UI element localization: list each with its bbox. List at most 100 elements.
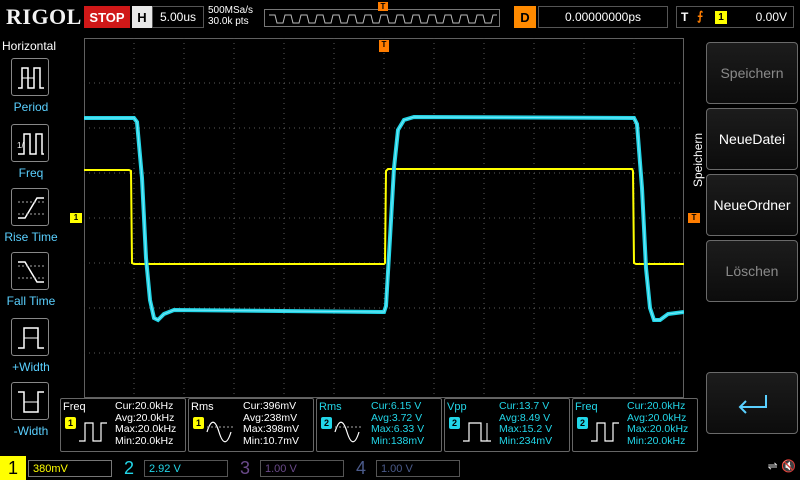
- measurement-max: Max:20.0kHz: [115, 423, 177, 435]
- measure-frequency-button[interactable]: 1/ Freq: [0, 124, 62, 186]
- measurement-results-bar: Freq 1 Cur:20.0kHz Avg:20.0kHz Max:20.0k…: [60, 398, 700, 452]
- measurement-item[interactable]: Freq 1 Cur:20.0kHz Avg:20.0kHz Max:20.0k…: [60, 398, 186, 452]
- channel-2-status[interactable]: 2 2.92 V: [116, 456, 232, 480]
- measurement-max: Max:6.33 V: [371, 423, 425, 435]
- measurement-current: Cur:6.15 V: [371, 400, 422, 412]
- measurement-channel-badge: 2: [321, 417, 332, 429]
- measurement-name: Rms: [319, 401, 342, 413]
- measurement-channel-badge: 2: [577, 417, 588, 429]
- measurement-min: Min:234mV: [499, 434, 553, 447]
- save-softkey[interactable]: Speichern: [706, 42, 798, 104]
- waveform-display[interactable]: [84, 38, 684, 398]
- menu-title: Horizontal: [2, 39, 57, 53]
- frequency-label: Freq: [18, 166, 44, 180]
- channel-3-scale: 1.00 V: [260, 460, 344, 477]
- delete-softkey[interactable]: Löschen: [706, 240, 798, 302]
- channel-4-status[interactable]: 4 1.00 V: [348, 456, 464, 480]
- channel-4-scale: 1.00 V: [376, 460, 460, 477]
- horizontal-label: H: [132, 6, 152, 28]
- measurement-name: Rms: [191, 401, 214, 413]
- trigger-time-marker[interactable]: T: [379, 40, 389, 52]
- measurement-stats: Cur:6.15 V Avg:3.72 V Max:6.33 V Min:138…: [371, 400, 425, 447]
- horizontal-measure-menu: Horizontal Period 1/ Freq Rise Time Fall…: [0, 36, 62, 454]
- frequency-icon: [591, 422, 619, 442]
- measurement-current: Cur:396mV: [243, 400, 297, 412]
- measurement-item[interactable]: Vpp 2 Cur:13.7 V Avg:8.49 V Max:15.2 V M…: [444, 398, 570, 452]
- sample-rate: 500MSa/s: [208, 5, 254, 16]
- memory-overview-waveform: [269, 14, 497, 24]
- channel-4-number: 4: [355, 457, 366, 478]
- positive-width-label: +Width: [12, 360, 50, 374]
- fall-time-label: Fall Time: [6, 294, 56, 308]
- channel-2-number: 2: [123, 457, 134, 478]
- new-folder-softkey[interactable]: NeueOrdner: [706, 174, 798, 236]
- channel-1-offset-marker[interactable]: 1: [70, 213, 82, 223]
- measurement-name: Freq: [575, 401, 598, 413]
- measurement-name: Freq: [63, 401, 86, 413]
- measurement-channel-badge: 1: [193, 417, 204, 429]
- channel-3-status[interactable]: 3 1.00 V: [232, 456, 348, 480]
- measure-period-button[interactable]: Period: [0, 58, 62, 120]
- positive-width-icon: [11, 318, 49, 356]
- measurement-item[interactable]: Rms 2 Cur:6.15 V Avg:3.72 V Max:6.33 V M…: [316, 398, 442, 452]
- frequency-icon: 1/: [11, 124, 49, 162]
- save-softkey-menu: Speichern Speichern NeueDatei NeueOrdner…: [691, 40, 800, 440]
- fall-time-icon: [11, 252, 49, 290]
- negative-width-label: -Width: [13, 424, 49, 438]
- peak-to-peak-icon: [463, 422, 491, 442]
- timebase-value[interactable]: 5.00us: [152, 6, 204, 28]
- measurement-item[interactable]: Freq 2 Cur:20.0kHz Avg:20.0kHz Max:20.0k…: [572, 398, 698, 452]
- trigger-level-marker[interactable]: T: [688, 213, 700, 223]
- measurement-current: Cur:20.0kHz: [115, 400, 174, 412]
- measurement-stats: Cur:20.0kHz Avg:20.0kHz Max:20.0kHz Min:…: [115, 400, 177, 447]
- delay-label: D: [514, 6, 536, 28]
- channel-1-scale: 380mV: [28, 460, 112, 477]
- measurement-current: Cur:13.7 V: [499, 400, 550, 412]
- trigger-source-badge: 1: [715, 11, 727, 24]
- measurement-item[interactable]: Rms 1 Cur:396mV Avg:238mV Max:398mV Min:…: [188, 398, 314, 452]
- new-file-softkey[interactable]: NeueDatei: [706, 108, 798, 170]
- rising-edge-trigger-icon: ⨍: [697, 9, 704, 23]
- negative-width-icon: [11, 382, 49, 420]
- frequency-icon: [79, 422, 107, 442]
- channel-1-status[interactable]: 1 380mV: [0, 456, 116, 480]
- measurement-name: Vpp: [447, 401, 467, 413]
- measure-fall-time-button[interactable]: Fall Time: [0, 252, 62, 314]
- speaker-muted-icon[interactable]: 🔇: [781, 459, 796, 473]
- measurement-stats: Cur:20.0kHz Avg:20.0kHz Max:20.0kHz Min:…: [627, 400, 689, 447]
- channel-1-number: 1: [0, 456, 26, 480]
- softkey-menu-title: Speichern: [688, 80, 705, 200]
- status-icons: ⇌ 🔇: [768, 459, 796, 473]
- top-status-bar: RIGOL STOP H 5.00us 500MSa/s 30.0k pts T…: [0, 0, 800, 36]
- trigger-label: T: [681, 10, 689, 24]
- svg-text:1/: 1/: [17, 141, 24, 150]
- rms-sine-icon: [334, 421, 363, 443]
- measurement-min: Min:138mV: [371, 434, 425, 447]
- measurement-channel-badge: 1: [65, 417, 76, 429]
- rise-time-label: Rise Time: [4, 230, 58, 244]
- measurement-max: Max:20.0kHz: [627, 423, 689, 435]
- acquisition-info: 500MSa/s 30.0k pts: [208, 5, 253, 27]
- graticule: [84, 38, 684, 398]
- measurement-min: Min:20.0kHz: [115, 434, 174, 447]
- softkey-menu-title-text: Speichern: [691, 132, 705, 187]
- measure-positive-width-button[interactable]: +Width: [0, 318, 62, 380]
- enter-icon: [738, 395, 767, 414]
- memory-overview-bar: [264, 9, 500, 27]
- measurement-channel-badge: 2: [449, 417, 460, 429]
- channel-2-scale: 2.92 V: [144, 460, 228, 477]
- period-label: Period: [13, 100, 49, 114]
- run-stop-indicator[interactable]: STOP: [84, 6, 130, 28]
- measure-negative-width-button[interactable]: -Width: [0, 382, 62, 444]
- trigger-status[interactable]: T ⨍ 1 0.00V: [676, 6, 794, 28]
- trigger-position-marker: T: [378, 2, 388, 11]
- trigger-level-value: 0.00V: [755, 10, 787, 24]
- channel-status-bar: 1 380mV 2 2.92 V 3 1.00 V 4 1.00 V ⇌ 🔇: [0, 454, 800, 480]
- delay-value[interactable]: 0.00000000ps: [538, 6, 668, 28]
- measurement-current: Cur:20.0kHz: [627, 400, 686, 412]
- measurement-max: Max:398mV: [243, 423, 300, 435]
- measure-rise-time-button[interactable]: Rise Time: [0, 188, 62, 250]
- enter-softkey[interactable]: [706, 372, 798, 434]
- measurement-min: Min:20.0kHz: [627, 434, 686, 447]
- rise-time-icon: [11, 188, 49, 226]
